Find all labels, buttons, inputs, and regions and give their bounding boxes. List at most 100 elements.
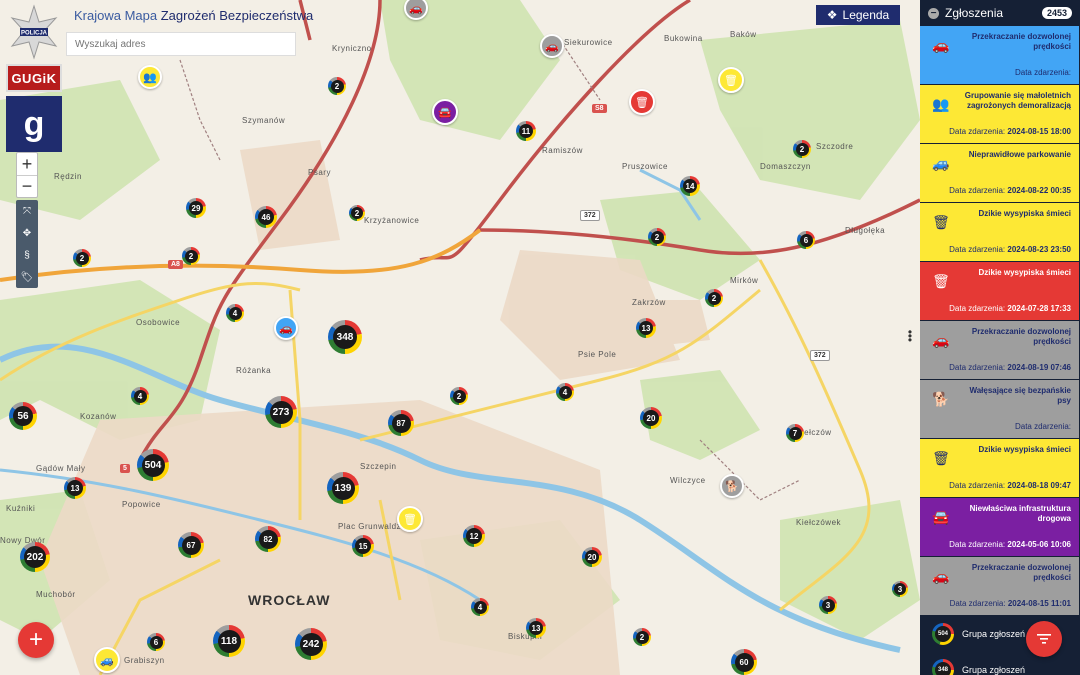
cluster-marker[interactable]: 4: [131, 387, 149, 405]
report-list: 🚗 Przekraczanie dozwolonej prędkości Data …: [920, 26, 1080, 615]
cluster-marker[interactable]: 4: [226, 304, 244, 322]
place-label: Baków: [730, 30, 757, 39]
report-card[interactable]: 🗑 Dzikie wysypiska śmieci Data zdarzenia: …: [920, 439, 1079, 497]
place-label: Ramiszów: [542, 146, 583, 155]
dog-icon[interactable]: 🐕: [720, 474, 744, 498]
cluster-marker[interactable]: 348: [328, 320, 362, 354]
report-card[interactable]: 🚙 Nieprawidłowe parkowanie Data zdarzenia:…: [920, 144, 1079, 202]
cluster-marker[interactable]: 6: [147, 633, 165, 651]
cluster-marker[interactable]: 2: [182, 247, 200, 265]
cluster-marker[interactable]: 3: [819, 596, 837, 614]
report-card[interactable]: 🚘 Niewłaściwa infrastruktura drogowa Data …: [920, 498, 1079, 556]
place-label: Grabiszyn: [124, 656, 165, 665]
zoom-out-button[interactable]: −: [17, 175, 37, 197]
cluster-marker[interactable]: 118: [213, 625, 245, 657]
map-canvas[interactable]: Kryniczno Szymanów Psary Krzyżanowice Ramisz…: [0, 0, 920, 675]
cluster-marker[interactable]: 2: [349, 205, 365, 221]
sidebar-header[interactable]: − Zgłoszenia 2453: [920, 0, 1080, 26]
place-label: Domaszczyn: [760, 162, 811, 171]
cluster-marker[interactable]: 504: [137, 449, 169, 481]
filter-button[interactable]: [1026, 621, 1062, 657]
address-search-input[interactable]: [66, 32, 296, 56]
report-card[interactable]: 🗑 Dzikie wysypiska śmieci Data zdarzenia: …: [920, 262, 1079, 320]
collapse-icon[interactable]: −: [928, 7, 939, 19]
cluster-marker[interactable]: 46: [255, 206, 277, 228]
cluster-marker[interactable]: 13: [636, 318, 656, 338]
cluster-marker[interactable]: 15: [352, 535, 374, 557]
cluster-marker[interactable]: 273: [265, 396, 297, 428]
report-card[interactable]: 👥 Grupowanie się małoletnich zagrożonych …: [920, 85, 1079, 143]
cluster-count: 273: [269, 400, 293, 424]
tag-icon[interactable]: 🏷: [16, 266, 38, 288]
cluster-marker[interactable]: 2: [328, 77, 346, 95]
fullscreen-icon[interactable]: ⤧: [16, 200, 38, 222]
cluster-marker[interactable]: 20: [582, 547, 602, 567]
report-count-badge: 2453: [1041, 7, 1072, 19]
report-date-label: Data zdarzenia:: [949, 304, 1006, 313]
cluster-marker[interactable]: 29: [186, 198, 206, 218]
geoportal-logo[interactable]: g: [6, 96, 62, 152]
road-shield: A8: [168, 260, 183, 269]
cluster-marker[interactable]: 6: [797, 231, 815, 249]
cluster-marker[interactable]: 2: [73, 249, 91, 267]
road-car-icon[interactable]: 🚘: [432, 99, 458, 125]
group-item[interactable]: 348 Grupa zgłoszeń: [920, 652, 1080, 675]
trash-icon[interactable]: 🗑: [629, 89, 655, 115]
cluster-count: 2: [452, 389, 466, 403]
car-speed-icon[interactable]: 🚗: [274, 316, 298, 340]
cluster-marker[interactable]: 20: [640, 407, 662, 429]
measure-icon[interactable]: §: [16, 244, 38, 266]
place-label: Szczodre: [816, 142, 854, 151]
group-label: Grupa zgłoszeń: [962, 665, 1026, 675]
legend-button[interactable]: ❖ Legenda: [816, 5, 900, 25]
cluster-marker[interactable]: 7: [786, 424, 804, 442]
cluster-count: 3: [894, 583, 906, 595]
map-tools: ⤧ ✥ § 🏷: [16, 200, 38, 288]
cluster-marker[interactable]: 14: [680, 176, 700, 196]
cluster-marker[interactable]: 2: [450, 387, 468, 405]
trash-icon[interactable]: 🗑: [718, 67, 744, 93]
car-speed-icon: 🚗: [932, 36, 950, 53]
locate-icon[interactable]: ✥: [16, 222, 38, 244]
cluster-marker[interactable]: 11: [516, 121, 536, 141]
cluster-marker[interactable]: 87: [388, 410, 414, 436]
cluster-marker[interactable]: 139: [327, 472, 359, 504]
road-shield: 5: [120, 464, 130, 473]
policja-star-icon: POLICJA: [10, 4, 58, 60]
report-card[interactable]: 🗑 Dzikie wysypiska śmieci Data zdarzenia: …: [920, 203, 1079, 261]
report-card[interactable]: 🚗 Przekraczanie dozwolonej prędkości Data …: [920, 557, 1079, 615]
place-label: Osobowice: [136, 318, 181, 327]
cluster-marker[interactable]: 82: [255, 526, 281, 552]
cluster-marker[interactable]: 2: [793, 140, 811, 158]
cluster-marker[interactable]: 3: [892, 581, 908, 597]
cluster-marker[interactable]: 13: [64, 477, 86, 499]
cluster-marker[interactable]: 4: [556, 383, 574, 401]
cluster-marker[interactable]: 12: [463, 525, 485, 547]
cluster-marker[interactable]: 67: [178, 532, 204, 558]
cluster-marker[interactable]: 242: [295, 628, 327, 660]
cluster-marker[interactable]: 2: [705, 289, 723, 307]
trash-icon[interactable]: 🗑: [397, 506, 423, 532]
group-icon[interactable]: 👥: [138, 65, 162, 89]
cluster-count: 67: [181, 535, 201, 555]
cluster-marker[interactable]: 56: [9, 402, 37, 430]
cluster-marker[interactable]: 4: [471, 598, 489, 616]
cluster-marker[interactable]: 202: [20, 542, 50, 572]
gugik-logo[interactable]: GUGiK: [6, 64, 62, 92]
zoom-in-button[interactable]: +: [17, 153, 37, 175]
report-date: Data zdarzenia:: [923, 68, 1071, 77]
cluster-marker[interactable]: 13: [526, 618, 546, 638]
policja-logo[interactable]: POLICJA: [6, 4, 62, 60]
car-speed-icon[interactable]: 🚗: [540, 34, 564, 58]
panel-resize-handle[interactable]: • • •: [906, 326, 914, 346]
add-report-button[interactable]: +: [18, 622, 54, 658]
cluster-marker[interactable]: 60: [731, 649, 757, 675]
cluster-count: 242: [299, 632, 323, 656]
cluster-marker[interactable]: 2: [648, 228, 666, 246]
parking-car-icon[interactable]: 🚙: [94, 647, 120, 673]
report-type: Nieprawidłowe parkowanie: [968, 150, 1071, 159]
report-card[interactable]: 🚗 Przekraczanie dozwolonej prędkości Data …: [920, 26, 1079, 84]
cluster-marker[interactable]: 2: [633, 628, 651, 646]
report-card[interactable]: 🐕 Wałęsające się bezpańskie psy Data zdarz…: [920, 380, 1079, 438]
report-card[interactable]: 🚗 Przekraczanie dozwolonej prędkości Data …: [920, 321, 1079, 379]
